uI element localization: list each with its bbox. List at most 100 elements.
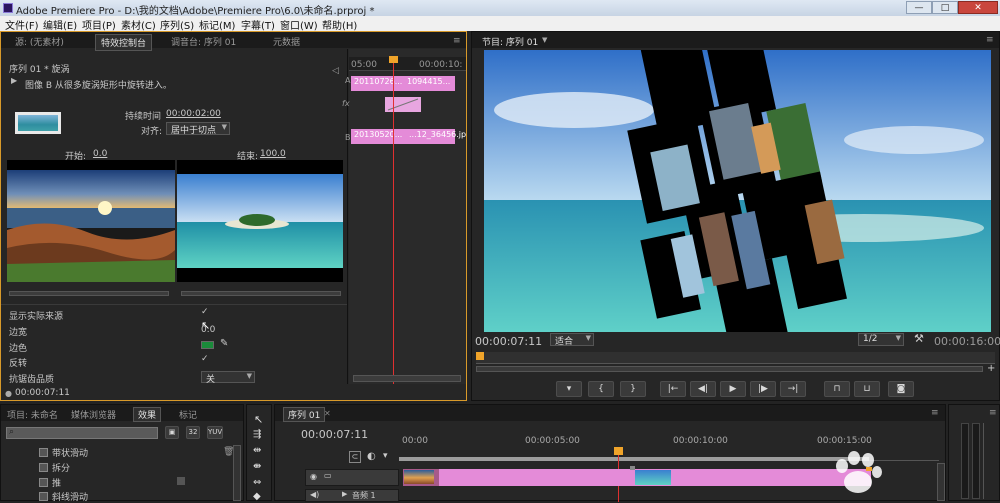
wrench-icon[interactable]: ⚒ <box>914 332 924 345</box>
preview-b-slider[interactable] <box>181 291 341 296</box>
prop-show-source-check[interactable]: ✓ <box>201 307 209 317</box>
program-playhead[interactable] <box>476 352 484 360</box>
add-marker-icon[interactable]: ▾ <box>383 451 388 461</box>
preview-a-slider[interactable] <box>9 291 169 296</box>
snap-icon[interactable]: ⊂ <box>349 451 361 463</box>
mini-clip-b[interactable]: 20130520... ...12_36456.jp <box>351 129 466 144</box>
menu-marker[interactable]: 标记(M) <box>199 17 235 32</box>
menu-title[interactable]: 字幕(T) <box>241 17 275 32</box>
extract-button[interactable]: ⊔ <box>854 381 880 397</box>
rate-stretch-tool-icon[interactable]: ⇔ <box>253 477 261 488</box>
program-timecode[interactable]: 00:00:07:11 <box>475 335 542 348</box>
mini-playhead[interactable] <box>393 59 394 384</box>
video-clip-1[interactable] <box>403 469 439 486</box>
chevron-down-icon[interactable]: ▼ <box>542 36 547 44</box>
quality-dropdown[interactable]: 1/2 ▼ <box>858 333 904 346</box>
work-area-bar[interactable] <box>399 457 869 461</box>
border-color-swatch[interactable] <box>201 341 214 349</box>
speaker-icon[interactable]: ◀) <box>310 490 319 499</box>
fit-dropdown[interactable]: 适合 ▼ <box>550 333 594 347</box>
rolling-edit-tool-icon[interactable]: ⇼ <box>253 461 261 472</box>
chevron-down-icon: ▼ <box>895 334 901 342</box>
mini-timeline: 05:00 00:00:10: 20110726... 1094415... 2… <box>342 49 466 384</box>
add-button-icon[interactable]: + <box>987 363 995 374</box>
tab-media-browser[interactable]: 媒体浏览器 <box>71 408 116 421</box>
end-value[interactable]: 100.0 <box>260 149 286 159</box>
project-scrollbar[interactable] <box>233 445 241 501</box>
timeline-scrollbar[interactable] <box>937 463 945 501</box>
accelerated-effects-button[interactable]: ▣ <box>165 426 179 439</box>
effect-timecode[interactable]: 00:00:07:11 <box>15 388 70 398</box>
mini-playhead-marker[interactable] <box>389 56 398 63</box>
duration-value[interactable]: 00:00:02:00 <box>166 109 221 119</box>
mark-out-button[interactable]: } <box>620 381 646 397</box>
marker-icon[interactable]: ◐ <box>367 451 376 462</box>
fit-value: 适合 <box>555 337 574 347</box>
tab-project[interactable]: 项目: 未命名 <box>7 408 58 421</box>
maximize-button[interactable]: □ <box>932 1 958 14</box>
align-dropdown[interactable]: 居中于切点 ▼ <box>166 122 230 136</box>
effect-item[interactable]: 斜线滑动 <box>39 490 88 503</box>
play-button[interactable]: ▶ <box>720 381 746 397</box>
panel-menu-icon[interactable]: ≡ <box>989 408 997 418</box>
antialias-dropdown[interactable]: 关 ▼ <box>201 371 255 385</box>
menu-help[interactable]: 帮助(H) <box>322 17 357 32</box>
effect-item[interactable]: 推 <box>39 476 61 489</box>
mouse-cursor-icon: ↖ <box>201 319 211 332</box>
yuv-effects-button[interactable]: YUV <box>207 426 223 439</box>
tab-source[interactable]: 源: (无素材) <box>15 35 64 48</box>
selection-tool-icon[interactable]: ↖ <box>254 413 263 426</box>
go-to-in-button[interactable]: |← <box>660 381 686 397</box>
eye-icon[interactable]: ◉ <box>310 472 317 481</box>
tab-markers[interactable]: 标记 <box>179 408 197 421</box>
menu-clip[interactable]: 素材(C) <box>121 17 156 32</box>
transition-marker[interactable] <box>630 466 635 470</box>
mini-scrollbar[interactable] <box>353 375 461 382</box>
chevron-right-icon[interactable]: ▶ <box>342 490 347 498</box>
show-hide-timeline-icon[interactable]: ◁ <box>332 66 339 76</box>
tab-metadata[interactable]: 元数据 <box>273 35 300 48</box>
marker-button[interactable]: ▾ <box>556 381 582 397</box>
lift-button[interactable]: ⊓ <box>824 381 850 397</box>
effects-search-input[interactable]: ⌕ <box>6 427 158 439</box>
timeline-timecode[interactable]: 00:00:07:11 <box>301 428 368 441</box>
menu-file[interactable]: 文件(F) <box>5 17 39 32</box>
razor-tool-icon[interactable]: ◆ <box>253 491 261 502</box>
tab-audio-mixer[interactable]: 调音台: 序列 01 <box>171 35 236 48</box>
close-button[interactable]: ✕ <box>958 1 998 14</box>
effect-item[interactable]: 带状滑动 <box>39 446 88 459</box>
tab-effects[interactable]: 效果 <box>133 407 162 422</box>
premiere-app-icon <box>3 3 13 13</box>
start-value[interactable]: 0.0 <box>93 149 107 159</box>
tab-program[interactable]: 节目: 序列 01 <box>482 35 538 48</box>
menu-project[interactable]: 项目(P) <box>82 17 116 32</box>
menu-sequence[interactable]: 序列(S) <box>160 17 194 32</box>
mark-in-button[interactable]: { <box>588 381 614 397</box>
lock-icon[interactable]: ▭ <box>324 471 332 480</box>
program-scrubber[interactable] <box>476 352 995 364</box>
panel-menu-icon[interactable]: ≡ <box>986 35 994 45</box>
menu-edit[interactable]: 编辑(E) <box>43 17 77 32</box>
minimize-button[interactable]: — <box>906 1 932 14</box>
go-to-out-button[interactable]: →| <box>780 381 806 397</box>
panel-menu-icon[interactable]: ≡ <box>931 408 939 418</box>
timeline-playhead-marker[interactable] <box>614 447 623 455</box>
prop-reverse-check[interactable]: ✓ <box>201 354 209 364</box>
ripple-edit-tool-icon[interactable]: ⇹ <box>253 445 261 456</box>
mini-transition[interactable] <box>385 97 421 112</box>
panel-menu-icon[interactable]: ≡ <box>453 36 461 46</box>
tab-effect-controls[interactable]: 特效控制台 <box>95 34 153 51</box>
32bit-effects-button[interactable]: 32 <box>186 426 200 439</box>
program-zoom-bar[interactable] <box>476 366 983 372</box>
menu-window[interactable]: 窗口(W) <box>280 17 318 32</box>
step-forward-button[interactable]: |▶ <box>750 381 776 397</box>
track-select-tool-icon[interactable]: ⇶ <box>253 429 261 440</box>
export-frame-button[interactable]: ◙ <box>888 381 914 397</box>
mini-clip-a[interactable]: 20110726... 1094415... <box>351 76 455 91</box>
effect-item[interactable]: 拆分 <box>39 461 70 474</box>
play-transition-icon[interactable]: ▶ <box>11 76 17 85</box>
tab-sequence[interactable]: 序列 01 <box>283 407 326 422</box>
step-back-button[interactable]: ◀| <box>690 381 716 397</box>
close-tab-icon[interactable]: ✕ <box>324 409 331 418</box>
eyedropper-icon[interactable]: ✎ <box>220 338 228 349</box>
